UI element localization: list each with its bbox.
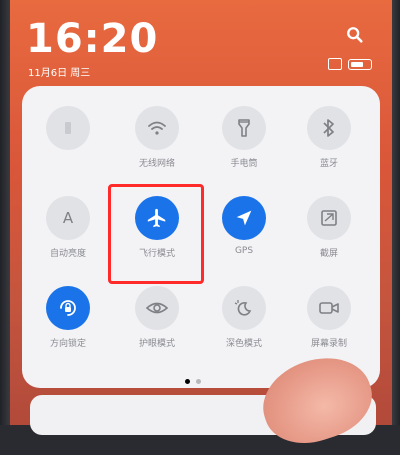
notification-icon [328, 58, 342, 70]
tile-flashlight[interactable]: 手电筒 [209, 106, 279, 169]
dark-mode-button[interactable] [222, 286, 266, 330]
tile-bluetooth[interactable]: 蓝牙 [294, 106, 364, 169]
eye-care-button[interactable] [135, 286, 179, 330]
flashlight-icon [238, 119, 250, 137]
page-dot-1 [185, 379, 190, 384]
bluetooth-icon [323, 119, 334, 137]
tile-blank-button[interactable] [46, 106, 90, 150]
screen-record-label: 屏幕录制 [310, 339, 347, 349]
tile-blank[interactable] [33, 106, 103, 156]
location-arrow-icon [236, 210, 252, 226]
gps-label: GPS [234, 246, 254, 256]
flashlight-button[interactable] [222, 106, 266, 150]
auto-brightness-button[interactable]: A [46, 196, 90, 240]
bluetooth-button[interactable] [307, 106, 351, 150]
battery-icon [348, 58, 372, 70]
auto-brightness-label: 自动亮度 [49, 249, 86, 259]
wifi-button[interactable] [135, 106, 179, 150]
tile-eye-care[interactable]: 护眼模式 [122, 286, 192, 349]
dark-mode-icon [234, 300, 252, 316]
status-icons [328, 58, 372, 70]
gps-button[interactable] [222, 196, 266, 240]
brightness-a-icon: A [63, 209, 74, 227]
bluetooth-label: 蓝牙 [319, 159, 338, 169]
placeholder-icon [65, 122, 71, 134]
wifi-icon [148, 121, 166, 135]
svg-text:A: A [63, 209, 74, 227]
screenshot-label: 截屏 [319, 249, 338, 259]
tile-screen-record[interactable]: 屏幕录制 [294, 286, 364, 349]
wifi-label: 无线网络 [138, 159, 175, 169]
rotation-lock-icon [60, 300, 76, 316]
page-dot-2 [196, 379, 201, 384]
rotation-lock-label: 方向锁定 [49, 339, 86, 349]
rotation-lock-button[interactable] [46, 286, 90, 330]
screenshot-button[interactable] [307, 196, 351, 240]
tile-rotation-lock[interactable]: 方向锁定 [33, 286, 103, 349]
dark-mode-label: 深色模式 [225, 339, 262, 349]
search-icon[interactable] [346, 26, 364, 44]
clock-date: 11月6日 周三 [28, 68, 91, 79]
phone-bezel-left [0, 0, 10, 425]
flashlight-label: 手电筒 [230, 159, 258, 169]
screen-record-button[interactable] [307, 286, 351, 330]
video-record-icon [319, 302, 339, 314]
phone-bezel-right [392, 0, 400, 425]
airplane-highlight-box [108, 184, 204, 284]
page-indicator [185, 379, 201, 384]
tile-screenshot[interactable]: 截屏 [294, 196, 364, 259]
clock-time: 16:20 [26, 16, 159, 62]
screenshot-icon [321, 210, 337, 226]
tile-auto-brightness[interactable]: A 自动亮度 [33, 196, 103, 259]
eye-icon [145, 302, 169, 314]
tile-wifi[interactable]: 无线网络 [122, 106, 192, 169]
tile-gps[interactable]: GPS [209, 196, 279, 256]
eye-care-label: 护眼模式 [138, 339, 175, 349]
tile-dark-mode[interactable]: 深色模式 [209, 286, 279, 349]
